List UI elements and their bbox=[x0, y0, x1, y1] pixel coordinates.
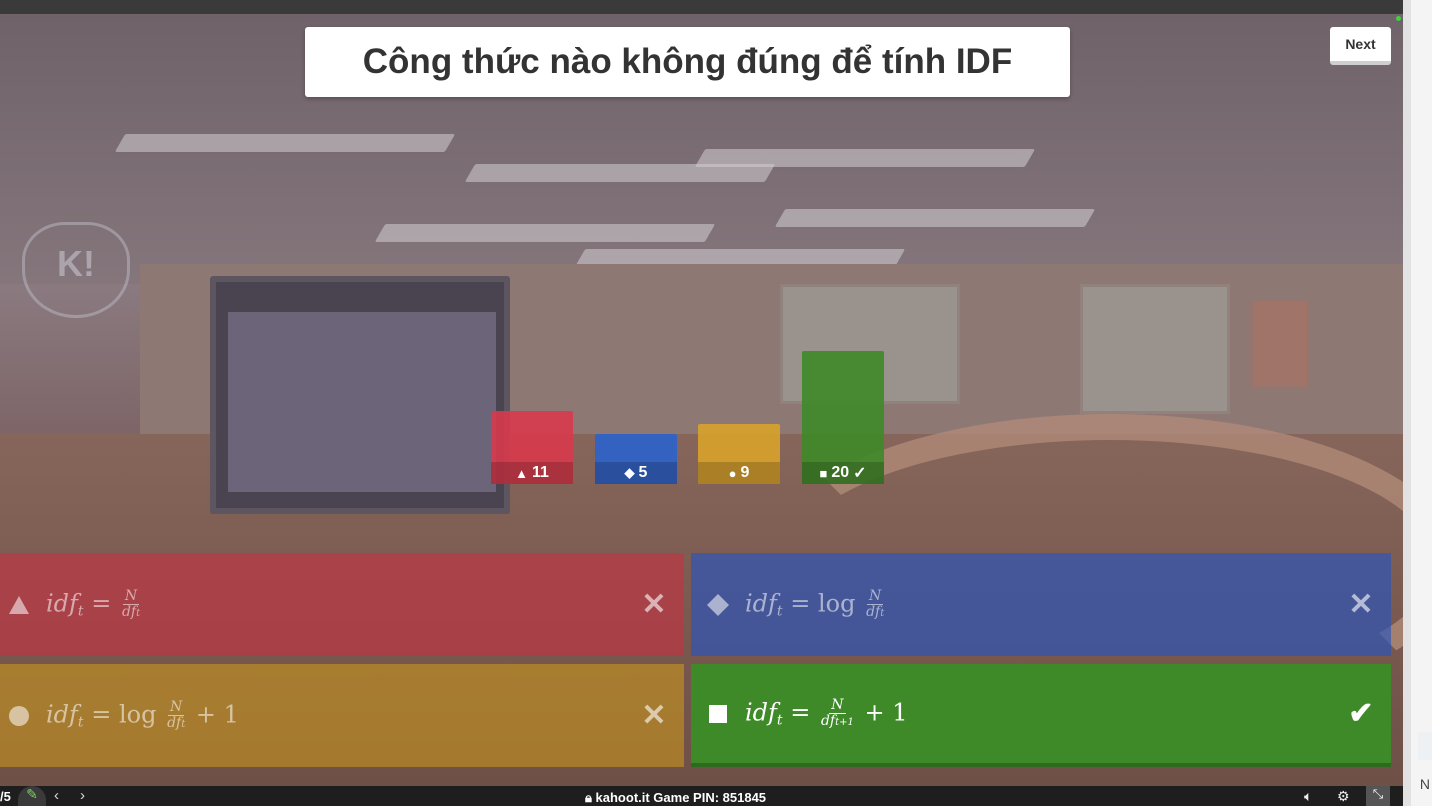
formula-fraction: Ndft+1 bbox=[820, 696, 854, 730]
denominator-subscript: t bbox=[136, 608, 141, 619]
denominator-subscript: t bbox=[880, 608, 885, 619]
answer-tile-square[interactable]: idft = Ndft+1 + 1 ✔ bbox=[691, 664, 1391, 767]
side-panel-text: N bbox=[1419, 776, 1430, 792]
formula-lhs: idf bbox=[745, 589, 777, 617]
game-pin-text: kahoot.it Game PIN: 851845 bbox=[595, 790, 767, 805]
answer-tile-triangle[interactable]: idf t = Ndft ✕ bbox=[0, 553, 684, 656]
denominator-text: df bbox=[121, 604, 137, 620]
formula-lhs: idf bbox=[46, 589, 78, 617]
next-button[interactable]: Next bbox=[1330, 27, 1391, 65]
classroom-window bbox=[780, 284, 960, 404]
browser-top-strip bbox=[0, 0, 1432, 14]
question-title-card: Công thức nào không đúng để tính IDF bbox=[305, 27, 1070, 97]
answer-tile-circle[interactable]: idf t = log Ndft + 1 ✕ bbox=[0, 664, 684, 767]
denominator-subscript: t bbox=[181, 719, 186, 730]
previous-arrow-icon[interactable]: ‹ bbox=[54, 787, 59, 804]
formula-log: log bbox=[118, 700, 165, 728]
circle-icon bbox=[8, 705, 30, 727]
pencil-icon[interactable]: ✎ bbox=[18, 786, 46, 806]
fraction-numerator: N bbox=[122, 587, 140, 605]
denominator-subscript: t+1 bbox=[835, 717, 854, 728]
formula-fraction: Ndft bbox=[866, 587, 885, 621]
projector-screen bbox=[210, 276, 510, 514]
next-arrow-icon[interactable]: › bbox=[80, 787, 85, 804]
answer-formula: idf t = log Ndft + 1 bbox=[46, 698, 634, 732]
formula-equals: = bbox=[782, 589, 818, 617]
formula-equals: = bbox=[83, 700, 119, 728]
formula-equals: = bbox=[83, 589, 119, 617]
answer-tile-diamond[interactable]: idf t = log Ndft ✕ bbox=[691, 553, 1391, 656]
formula-lhs: idf bbox=[46, 700, 78, 728]
side-panel: N bbox=[1403, 0, 1432, 806]
triangle-icon bbox=[8, 594, 30, 616]
kahoot-crest-logo: K! bbox=[22, 222, 130, 318]
square-icon bbox=[707, 703, 729, 725]
fraction-numerator: N bbox=[829, 696, 846, 714]
formula-log: log bbox=[817, 589, 864, 617]
cross-icon: ✕ bbox=[641, 588, 667, 621]
formula-lhs: idf bbox=[745, 698, 777, 726]
answer-formula: idft = Ndft+1 + 1 bbox=[745, 696, 1341, 730]
formula-equals: = bbox=[782, 698, 818, 726]
denominator-text: df bbox=[866, 604, 881, 620]
formula-suffix: + 1 bbox=[188, 700, 239, 728]
cross-icon: ✕ bbox=[641, 699, 667, 732]
volume-icon[interactable]: 🔈︎ bbox=[1304, 788, 1312, 805]
bottom-toolbar: /5 ✎ ‹ › 🔒︎ kahoot.it Game PIN: 851845 🔈… bbox=[0, 786, 1403, 806]
question-counter: /5 bbox=[0, 789, 11, 804]
notice-board bbox=[1250, 299, 1310, 389]
status-dot bbox=[1396, 16, 1401, 21]
denominator-text: df bbox=[167, 715, 182, 731]
formula-suffix: + 1 bbox=[856, 698, 908, 726]
side-panel-widget bbox=[1418, 732, 1432, 760]
fraction-numerator: N bbox=[867, 587, 884, 605]
classroom-window bbox=[1080, 284, 1230, 414]
fraction-denominator: dft bbox=[167, 715, 186, 731]
exit-fullscreen-icon[interactable]: ⤡ bbox=[1366, 786, 1390, 806]
formula-fraction: Ndft bbox=[167, 698, 186, 732]
fraction-numerator: N bbox=[168, 698, 185, 716]
denominator-text: df bbox=[820, 713, 836, 729]
fraction-denominator: dft bbox=[866, 604, 885, 620]
question-title: Công thức nào không đúng để tính IDF bbox=[362, 42, 1013, 81]
game-pin: 🔒︎ kahoot.it Game PIN: 851845 bbox=[585, 790, 766, 806]
fraction-denominator: dft+1 bbox=[820, 713, 854, 729]
ceiling-lamp bbox=[694, 149, 1036, 167]
ceiling-lamp bbox=[114, 134, 456, 152]
diamond-icon bbox=[707, 593, 729, 616]
cross-icon: ✕ bbox=[1348, 588, 1374, 621]
ceiling-lamp bbox=[374, 224, 716, 242]
fraction-denominator: dft bbox=[121, 604, 141, 620]
gear-icon[interactable]: ⚙ bbox=[1337, 788, 1350, 805]
lock-icon: 🔒︎ bbox=[585, 790, 596, 805]
checkmark-icon: ✔ bbox=[1348, 697, 1374, 730]
ceiling-lamp bbox=[774, 209, 1096, 227]
answer-formula: idf t = Ndft bbox=[46, 587, 634, 621]
answer-formula: idf t = log Ndft bbox=[745, 587, 1341, 621]
formula-fraction: Ndft bbox=[121, 587, 141, 621]
